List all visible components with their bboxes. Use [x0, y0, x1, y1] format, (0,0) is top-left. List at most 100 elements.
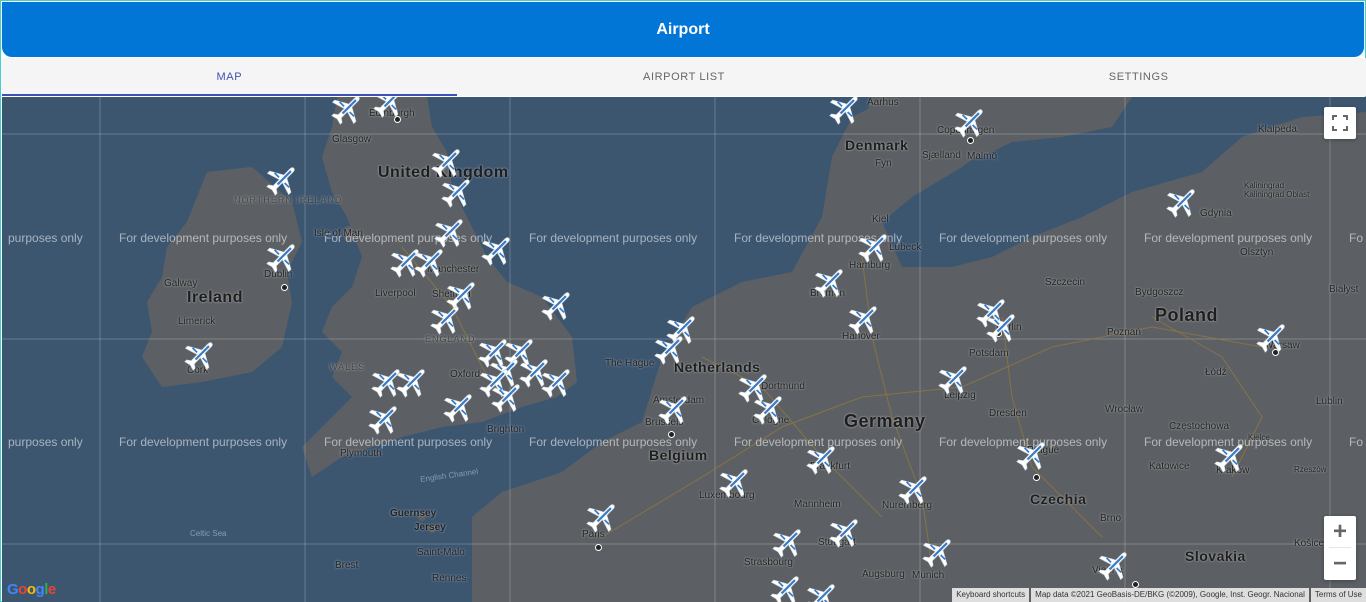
- zoom-control: + −: [1324, 516, 1356, 580]
- city-marker: [595, 544, 602, 551]
- city-label: Munich: [912, 570, 945, 581]
- airplane-icon[interactable]: [935, 360, 973, 398]
- airplane-icon[interactable]: [1163, 183, 1201, 221]
- city-label: Katowice: [1149, 461, 1190, 472]
- airplane-icon[interactable]: [427, 300, 465, 338]
- airplane-icon[interactable]: [826, 513, 864, 551]
- city-label: Augsburg: [862, 569, 905, 580]
- airplane-icon[interactable]: [767, 570, 805, 602]
- country-label: Denmark: [845, 137, 909, 153]
- airplane-icon[interactable]: [826, 97, 864, 128]
- airplane-icon[interactable]: [716, 463, 754, 501]
- city-label: Isle of Man: [314, 228, 363, 239]
- tab-bar: MAP AIRPORT LIST SETTINGS: [2, 58, 1366, 96]
- city-label: Lublin: [1316, 396, 1343, 407]
- city-label: Kiel: [872, 214, 889, 225]
- watermark: For development purposes only: [324, 435, 493, 449]
- city-marker: [281, 284, 288, 291]
- fullscreen-button[interactable]: [1324, 107, 1356, 139]
- city-label: Rzeszów: [1294, 465, 1327, 474]
- fullscreen-icon: [1332, 115, 1348, 131]
- watermark: For development purposes only: [1144, 231, 1313, 245]
- airplane-icon[interactable]: [181, 336, 219, 374]
- watermark: purposes only: [8, 435, 83, 449]
- airplane-icon[interactable]: [440, 388, 478, 426]
- city-label: Sjælland: [922, 150, 961, 161]
- airplane-icon[interactable]: [811, 263, 849, 301]
- city-label: Wrocław: [1105, 404, 1144, 415]
- airplane-icon[interactable]: [583, 498, 621, 536]
- airplane-icon[interactable]: [803, 578, 841, 602]
- app-title: Airport: [656, 20, 710, 38]
- airplane-icon[interactable]: [1253, 318, 1291, 356]
- google-logo[interactable]: Google: [7, 581, 56, 598]
- city-label: Klaipėda: [1258, 124, 1297, 135]
- airplane-icon[interactable]: [845, 300, 883, 338]
- sea-label: Celtic Sea: [190, 529, 227, 538]
- map-attribution: Keyboard shortcuts Map data ©2021 GeoBas…: [950, 588, 1366, 602]
- airplane-icon[interactable]: [983, 308, 1021, 346]
- country-label: Ireland: [187, 289, 243, 306]
- airplane-icon[interactable]: [365, 400, 403, 438]
- tab-airport-list[interactable]: AIRPORT LIST: [457, 58, 912, 96]
- airplane-icon[interactable]: [1095, 546, 1133, 584]
- city-label: Poznań: [1107, 327, 1141, 338]
- country-label: Guernsey: [390, 508, 437, 519]
- city-label: Galway: [164, 278, 198, 289]
- airplane-icon[interactable]: [438, 173, 476, 211]
- airplane-icon[interactable]: [655, 390, 693, 428]
- tab-map[interactable]: MAP: [2, 58, 457, 96]
- airplane-icon[interactable]: [370, 97, 408, 121]
- airplane-icon[interactable]: [1013, 436, 1051, 474]
- city-label: Košice: [1294, 538, 1325, 549]
- city-label: Częstochowa: [1169, 421, 1230, 432]
- region-label: WALES: [329, 362, 366, 372]
- city-label: Łódź: [1205, 367, 1227, 378]
- city-label: Limerick: [178, 316, 216, 327]
- keyboard-shortcuts-link[interactable]: Keyboard shortcuts: [952, 588, 1030, 602]
- terms-link[interactable]: Terms of Use: [1310, 588, 1366, 602]
- city-label: Fyn: [875, 158, 892, 169]
- watermark: For development purposes only: [529, 231, 698, 245]
- country-label: Germany: [844, 411, 926, 431]
- airplane-icon[interactable]: [651, 330, 689, 368]
- airplane-icon[interactable]: [263, 238, 301, 276]
- airplane-icon[interactable]: [328, 97, 366, 128]
- airplane-icon[interactable]: [855, 228, 893, 266]
- city-marker: [668, 431, 675, 438]
- app-header: Airport: [2, 2, 1364, 57]
- city-marker: [1033, 474, 1040, 481]
- city-label: Kielce: [1248, 433, 1270, 442]
- map-data-text: Map data ©2021 GeoBasis-DE/BKG (©2009), …: [1031, 588, 1309, 602]
- airplane-icon[interactable]: [488, 378, 526, 416]
- watermark: Fo: [1349, 435, 1364, 449]
- map-view[interactable]: purposes only For development purposes o…: [2, 97, 1366, 602]
- city-label: Mannheim: [794, 499, 841, 510]
- airplane-icon[interactable]: [919, 533, 957, 571]
- city-label: Glasgow: [332, 134, 371, 145]
- airplane-icon[interactable]: [769, 523, 807, 561]
- city-label: Brest: [335, 560, 359, 571]
- airplane-icon[interactable]: [1211, 438, 1249, 476]
- airplane-icon[interactable]: [803, 440, 841, 478]
- country-label: Czechia: [1030, 491, 1087, 507]
- airplane-icon[interactable]: [538, 363, 576, 401]
- city-label: Kaliningrad Oblast: [1244, 190, 1310, 199]
- airplane-icon[interactable]: [393, 363, 431, 401]
- city-label: Liverpool: [375, 288, 416, 299]
- zoom-out-button[interactable]: −: [1324, 548, 1356, 579]
- city-label: Szczecin: [1045, 277, 1086, 288]
- city-label: Brighton: [487, 424, 525, 435]
- tab-settings[interactable]: SETTINGS: [911, 58, 1366, 96]
- watermark: For development purposes only: [939, 231, 1108, 245]
- zoom-in-button[interactable]: +: [1324, 516, 1356, 547]
- airplane-icon[interactable]: [538, 286, 576, 324]
- city-label: Białyst: [1329, 284, 1359, 295]
- country-label: Poland: [1155, 305, 1219, 325]
- airplane-icon[interactable]: [478, 231, 516, 269]
- airplane-icon[interactable]: [895, 470, 933, 508]
- airplane-icon[interactable]: [750, 390, 788, 428]
- airplane-icon[interactable]: [263, 161, 301, 199]
- city-marker: [1132, 581, 1139, 588]
- airplane-icon[interactable]: [951, 103, 989, 141]
